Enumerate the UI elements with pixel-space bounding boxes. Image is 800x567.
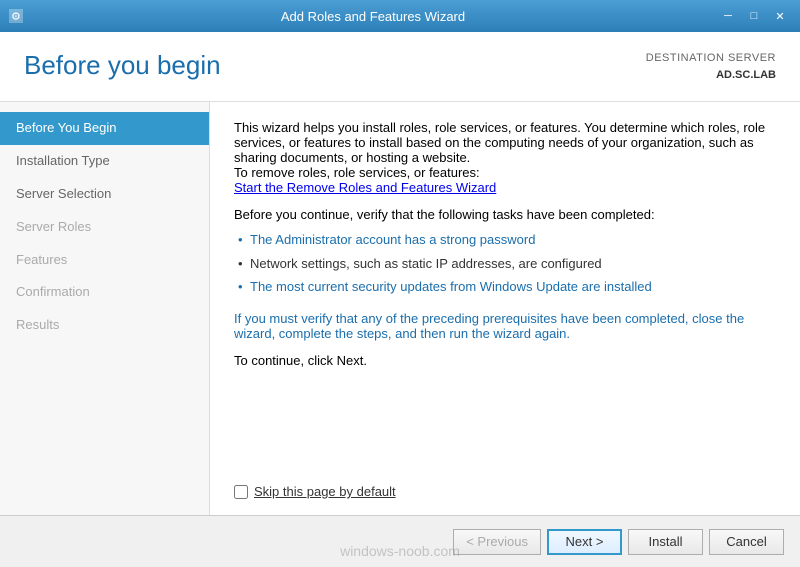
wizard-container: Before you begin DESTINATION SERVER AD.S… <box>0 32 800 567</box>
wizard-footer: < Previous Next > Install Cancel <box>0 515 800 567</box>
bullet-item-2: Network settings, such as static IP addr… <box>234 252 776 276</box>
bullet-list: The Administrator account has a strong p… <box>234 228 776 299</box>
title-bar-title: Add Roles and Features Wizard <box>30 9 716 24</box>
sidebar: Before You Begin Installation Type Serve… <box>0 102 210 515</box>
page-title: Before you begin <box>24 50 221 81</box>
skip-checkbox-area: Skip this page by default <box>234 484 396 499</box>
title-bar: ⚙ Add Roles and Features Wizard ─ □ ✕ <box>0 0 800 32</box>
continue-note: To continue, click Next. <box>234 353 776 368</box>
server-name: AD.SC.LAB <box>646 67 776 84</box>
wizard-header: Before you begin DESTINATION SERVER AD.S… <box>0 32 800 102</box>
sidebar-item-before-you-begin[interactable]: Before You Begin <box>0 112 209 145</box>
bullet-item-1: The Administrator account has a strong p… <box>234 228 776 252</box>
close-button[interactable]: ✕ <box>768 6 792 26</box>
cancel-button[interactable]: Cancel <box>709 529 784 555</box>
intro-text: This wizard helps you install roles, rol… <box>234 120 776 165</box>
sidebar-item-features: Features <box>0 244 209 277</box>
sidebar-item-confirmation: Confirmation <box>0 276 209 309</box>
sidebar-item-results: Results <box>0 309 209 342</box>
sidebar-item-installation-type[interactable]: Installation Type <box>0 145 209 178</box>
destination-server-info: DESTINATION SERVER AD.SC.LAB <box>646 50 776 83</box>
next-button[interactable]: Next > <box>547 529 622 555</box>
wizard-icon: ⚙ <box>8 8 24 24</box>
sidebar-item-server-roles: Server Roles <box>0 211 209 244</box>
skip-checkbox-label[interactable]: Skip this page by default <box>254 484 396 499</box>
prerequisite-note: If you must verify that any of the prece… <box>234 311 776 341</box>
svg-text:⚙: ⚙ <box>11 11 21 23</box>
content-area: This wizard helps you install roles, rol… <box>210 102 800 515</box>
remove-label: To remove roles, role services, or featu… <box>234 165 776 180</box>
remove-link[interactable]: Start the Remove Roles and Features Wiza… <box>234 180 776 195</box>
title-bar-controls: ─ □ ✕ <box>716 6 792 26</box>
maximize-button[interactable]: □ <box>742 6 766 26</box>
bullet-item-3: The most current security updates from W… <box>234 275 776 299</box>
skip-checkbox[interactable] <box>234 485 248 499</box>
destination-label: DESTINATION SERVER <box>646 50 776 67</box>
wizard-body: Before You Begin Installation Type Serve… <box>0 102 800 515</box>
minimize-button[interactable]: ─ <box>716 6 740 26</box>
verify-label: Before you continue, verify that the fol… <box>234 207 776 222</box>
sidebar-item-server-selection[interactable]: Server Selection <box>0 178 209 211</box>
previous-button[interactable]: < Previous <box>453 529 541 555</box>
install-button[interactable]: Install <box>628 529 703 555</box>
